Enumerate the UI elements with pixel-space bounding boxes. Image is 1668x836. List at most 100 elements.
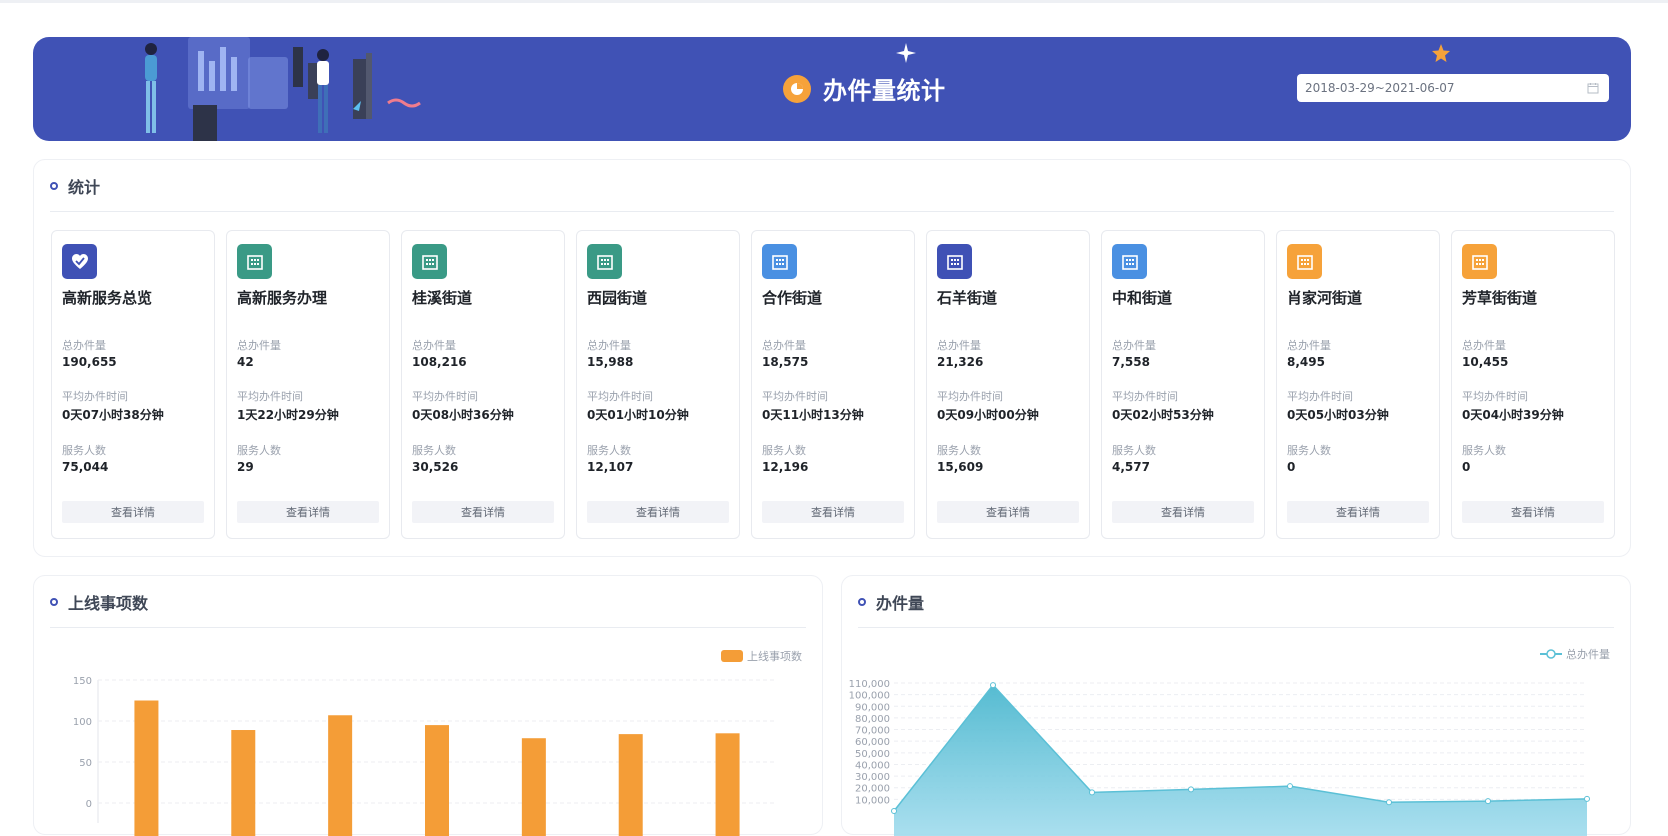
avg-time-value: 0天04小时39分钟 [1462, 406, 1564, 423]
y-tick-label: 110,000 [849, 679, 890, 690]
avg-time-label: 平均办件时间 [62, 388, 164, 402]
data-point [1090, 790, 1095, 795]
people-metric: 服务人数 75,044 [62, 442, 108, 474]
card-icon-badge [762, 244, 797, 279]
data-point [892, 809, 897, 814]
legend-swatch [721, 650, 743, 662]
total-value: 15,988 [587, 355, 633, 369]
area-fill [894, 685, 1587, 836]
view-details-button[interactable]: 查看详情 [62, 501, 204, 523]
total-label: 总办件量 [937, 337, 983, 351]
data-point [991, 683, 996, 688]
online-items-chart-header: 上线事项数 [50, 576, 806, 628]
building-icon [420, 252, 440, 272]
date-range-picker[interactable]: 2018-03-29~2021-06-07 [1297, 74, 1609, 102]
card-title: 高新服务总览 [62, 287, 204, 307]
avg-time-metric: 平均办件时间 0天05小时03分钟 [1287, 388, 1389, 423]
total-value: 8,495 [1287, 355, 1331, 369]
online-items-bar-chart: 150100500 [34, 671, 824, 836]
avg-time-value: 0天07小时38分钟 [62, 406, 164, 423]
total-value: 18,575 [762, 355, 808, 369]
avg-time-value: 0天01小时10分钟 [587, 406, 689, 423]
view-details-button[interactable]: 查看详情 [1112, 501, 1254, 523]
view-details-button[interactable]: 查看详情 [1287, 501, 1429, 523]
y-tick-label: 50 [79, 758, 92, 769]
people-value: 75,044 [62, 460, 108, 474]
people-label: 服务人数 [62, 442, 108, 456]
building-icon [770, 252, 790, 272]
view-details-button[interactable]: 查看详情 [237, 501, 379, 523]
card-icon-badge [587, 244, 622, 279]
total-metric: 总办件量 108,216 [412, 337, 467, 369]
bar [231, 730, 255, 836]
avg-time-value: 0天02小时53分钟 [1112, 406, 1214, 423]
card-title: 石羊街道 [937, 287, 1079, 307]
online-items-legend[interactable]: 上线事项数 [721, 648, 802, 664]
people-value: 4,577 [1112, 460, 1156, 474]
people-metric: 服务人数 15,609 [937, 442, 983, 474]
y-tick-label: 0 [86, 799, 92, 810]
total-label: 总办件量 [1287, 337, 1331, 351]
people-label: 服务人数 [1462, 442, 1506, 456]
stats-card: 肖家河街道 总办件量 8,495 平均办件时间 0天05小时03分钟 服务人数 … [1276, 230, 1440, 539]
total-value: 190,655 [62, 355, 117, 369]
total-label: 总办件量 [62, 337, 117, 351]
card-title: 桂溪街道 [412, 287, 554, 307]
processing-volume-chart-panel: 办件量 总办件量 110,000100,00090,00080,00070,00… [841, 575, 1631, 835]
people-value: 0 [1462, 460, 1506, 474]
building-icon [1295, 252, 1315, 272]
people-metric: 服务人数 0 [1462, 442, 1506, 474]
card-icon-badge [412, 244, 447, 279]
people-label: 服务人数 [1287, 442, 1331, 456]
avg-time-value: 0天09小时00分钟 [937, 406, 1039, 423]
total-metric: 总办件量 8,495 [1287, 337, 1331, 369]
avg-time-metric: 平均办件时间 0天09小时00分钟 [937, 388, 1039, 423]
bar [328, 715, 352, 836]
avg-time-label: 平均办件时间 [762, 388, 864, 402]
y-tick-label: 60,000 [855, 737, 890, 748]
view-details-button[interactable]: 查看详情 [937, 501, 1079, 523]
avg-time-label: 平均办件时间 [1287, 388, 1389, 402]
total-value: 10,455 [1462, 355, 1508, 369]
card-title: 芳草街街道 [1462, 287, 1604, 307]
bar [134, 701, 158, 836]
bar [716, 733, 740, 836]
total-label: 总办件量 [587, 337, 633, 351]
section-marker-icon [50, 182, 58, 190]
avg-time-metric: 平均办件时间 0天08小时36分钟 [412, 388, 514, 423]
sparkle-decoration [896, 43, 916, 63]
card-icon-badge [237, 244, 272, 279]
total-value: 7,558 [1112, 355, 1156, 369]
section-marker-icon [858, 598, 866, 606]
card-icon-badge [937, 244, 972, 279]
avg-time-label: 平均办件时间 [1112, 388, 1214, 402]
stats-card: 中和街道 总办件量 7,558 平均办件时间 0天02小时53分钟 服务人数 4… [1101, 230, 1265, 539]
total-volume-legend[interactable]: 总办件量 [1540, 646, 1610, 662]
total-metric: 总办件量 10,455 [1462, 337, 1508, 369]
stats-card: 高新服务总览 总办件量 190,655 平均办件时间 0天07小时38分钟 服务… [51, 230, 215, 539]
stats-card: 芳草街街道 总办件量 10,455 平均办件时间 0天04小时39分钟 服务人数… [1451, 230, 1615, 539]
data-point [1585, 796, 1590, 801]
people-metric: 服务人数 4,577 [1112, 442, 1156, 474]
view-details-button[interactable]: 查看详情 [412, 501, 554, 523]
building-icon [245, 252, 265, 272]
date-range-value: 2018-03-29~2021-06-07 [1305, 81, 1455, 95]
stats-panel: 统计 高新服务总览 总办件量 190,655 平均办件时间 0天07 [33, 159, 1631, 557]
y-tick-label: 100 [73, 717, 92, 728]
people-label: 服务人数 [937, 442, 983, 456]
banner-illustration [33, 37, 453, 141]
page-title: 办件量统计 [783, 71, 946, 106]
view-details-button[interactable]: 查看详情 [762, 501, 904, 523]
view-details-button[interactable]: 查看详情 [1462, 501, 1604, 523]
total-label: 总办件量 [1462, 337, 1508, 351]
view-details-button[interactable]: 查看详情 [587, 501, 729, 523]
pie-chart-icon [783, 75, 811, 103]
total-volume-area-chart: 110,000100,00090,00080,00070,00060,00050… [842, 671, 1632, 836]
avg-time-metric: 平均办件时间 0天01小时10分钟 [587, 388, 689, 423]
page-shell: 办件量统计 2018-03-29~2021-06-07 统计 [33, 37, 1631, 141]
people-value: 12,107 [587, 460, 633, 474]
total-label: 总办件量 [1112, 337, 1156, 351]
card-title: 高新服务办理 [237, 287, 379, 307]
bar [619, 734, 643, 836]
data-point [1189, 787, 1194, 792]
